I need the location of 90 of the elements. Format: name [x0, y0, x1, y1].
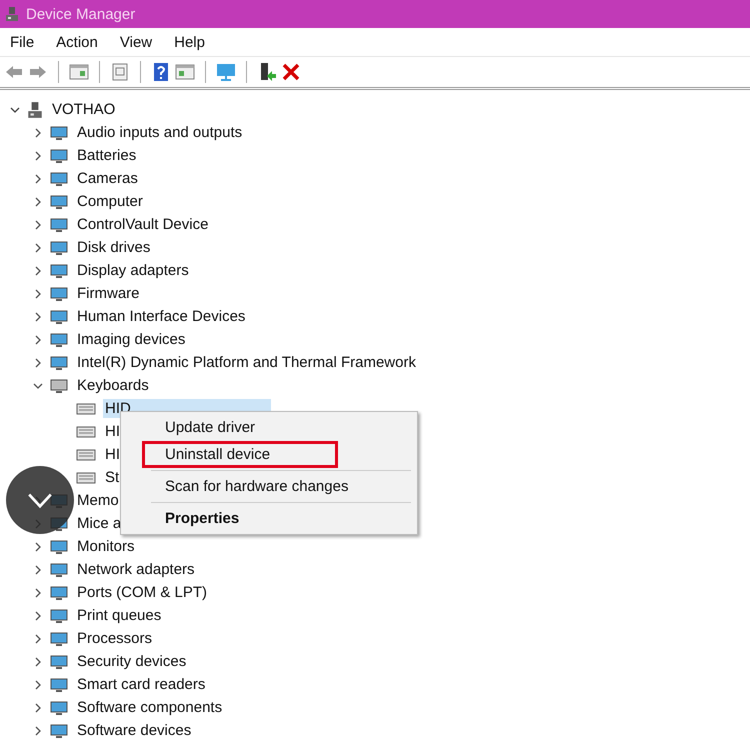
chevron-icon[interactable] [33, 150, 43, 160]
chevron-icon[interactable] [33, 634, 43, 644]
tree-item[interactable]: HI [103, 422, 122, 441]
chevron-icon[interactable] [33, 312, 43, 322]
device-icon [49, 170, 69, 188]
device-icon [49, 676, 69, 694]
tree-item[interactable]: Memo [75, 491, 121, 510]
chevron-icon[interactable] [33, 702, 43, 712]
device-icon [49, 216, 69, 234]
chevron-icon[interactable] [33, 610, 43, 620]
chevron-icon[interactable] [33, 128, 43, 138]
tree-item[interactable]: Software components [75, 698, 224, 717]
chevron-icon[interactable] [33, 174, 43, 184]
monitor-icon[interactable] [216, 62, 236, 82]
tree-item[interactable]: Firmware [75, 284, 142, 303]
tree-item[interactable]: Smart card readers [75, 675, 208, 694]
device-icon [49, 538, 69, 556]
device-icon [49, 330, 69, 348]
device-icon [49, 238, 69, 256]
device-icon [49, 652, 69, 670]
keyboard-icon [75, 470, 97, 484]
chevron-icon[interactable] [33, 588, 43, 598]
tree-item[interactable]: St [103, 468, 122, 487]
tree-item[interactable]: Keyboards [75, 376, 151, 395]
menu-item[interactable]: View [120, 34, 152, 50]
chevron-icon[interactable] [33, 220, 43, 230]
tree-item[interactable]: Intel(R) Dynamic Platform and Thermal Framework [75, 353, 418, 372]
tree-item[interactable]: Computer [75, 192, 145, 211]
chevron-icon[interactable] [33, 656, 43, 666]
device-icon [49, 146, 69, 164]
tree-item[interactable]: Cameras [75, 169, 140, 188]
device-icon [49, 262, 69, 280]
device-icon [49, 284, 69, 302]
tree-item[interactable]: Print queues [75, 606, 164, 625]
device-icon [49, 354, 69, 372]
chevron-icon[interactable] [33, 358, 43, 368]
keyboard-icon [75, 402, 97, 416]
chevron-icon[interactable] [33, 288, 43, 298]
menu-item[interactable]: Action [56, 34, 98, 50]
keyboard-icon [75, 448, 97, 462]
menu-item[interactable]: Uninstall device [142, 441, 338, 468]
device-icon [49, 630, 69, 648]
device-icon [49, 192, 69, 210]
tree-item[interactable]: Monitors [75, 537, 137, 556]
device-icon [49, 124, 69, 142]
chevron-icon[interactable] [33, 380, 43, 390]
device-icon [49, 722, 69, 740]
computer-icon [4, 6, 20, 22]
chevron-icon[interactable] [33, 542, 43, 552]
chevron-icon[interactable] [33, 266, 43, 276]
tree-item[interactable]: Mice a [75, 514, 124, 533]
document-icon[interactable] [110, 62, 130, 82]
tree-item[interactable]: Imaging devices [75, 330, 188, 349]
tree-item[interactable]: Batteries [75, 146, 138, 165]
tree-item[interactable]: HI [103, 445, 122, 464]
tree-item[interactable]: Human Interface Devices [75, 307, 248, 326]
device-icon [49, 606, 69, 624]
chevron-icon[interactable] [33, 726, 43, 736]
chevron-icon[interactable] [10, 104, 20, 114]
device-icon [49, 560, 69, 578]
tree-item[interactable]: Display adapters [75, 261, 191, 280]
menu-item[interactable]: Scan for hardware changes [142, 473, 372, 500]
chevron-icon[interactable] [33, 680, 43, 690]
computer-icon [26, 100, 44, 118]
chevron-icon[interactable] [33, 242, 43, 252]
menu-item[interactable]: Help [174, 34, 205, 50]
window-icon[interactable] [175, 62, 195, 82]
help-icon[interactable] [151, 62, 171, 82]
tree-item[interactable]: Network adapters [75, 560, 197, 579]
tree-item[interactable]: Security devices [75, 652, 188, 671]
device-icon [49, 308, 69, 326]
window-icon[interactable] [69, 62, 89, 82]
tree-item[interactable]: Ports (COM & LPT) [75, 583, 210, 602]
close-icon[interactable] [281, 62, 301, 82]
window-title: Device Manager [26, 6, 136, 22]
tree-item[interactable]: ControlVault Device [75, 215, 210, 234]
tree-item[interactable]: VOTHAO [50, 100, 118, 119]
menu-item[interactable]: File [10, 34, 34, 50]
device-icon [49, 698, 69, 716]
device-icon [49, 376, 69, 394]
chevron-icon[interactable] [33, 196, 43, 206]
tree-item[interactable]: Processors [75, 629, 154, 648]
keyboard-icon [75, 424, 97, 438]
menu-item[interactable]: Properties [142, 505, 338, 532]
device-icon [49, 584, 69, 602]
tree-item[interactable]: Disk drives [75, 238, 152, 257]
chevron-icon[interactable] [33, 564, 43, 574]
chevron-icon[interactable] [33, 334, 43, 344]
tree-item[interactable]: Software devices [75, 721, 194, 740]
tree-item[interactable]: Audio inputs and outputs [75, 123, 244, 142]
